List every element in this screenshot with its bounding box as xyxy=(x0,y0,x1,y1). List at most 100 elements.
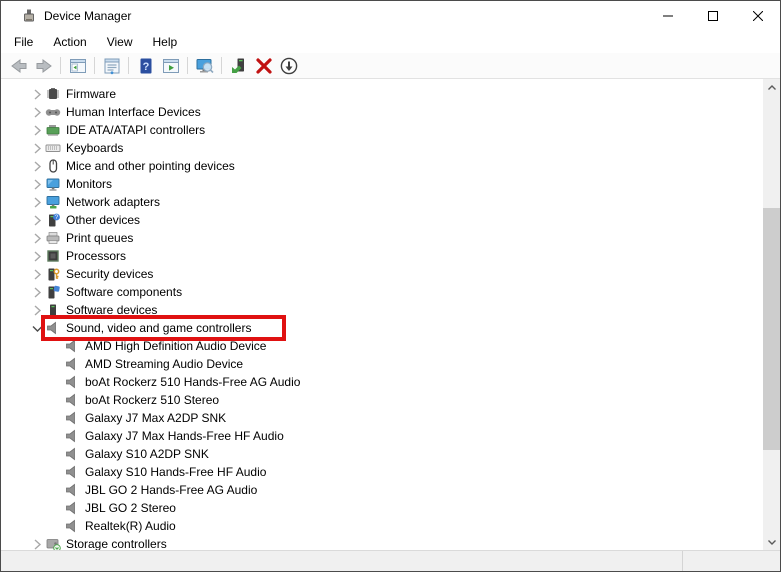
chevron-right-icon[interactable] xyxy=(28,212,45,228)
tree-item-storage-controllers[interactable]: Storage controllers xyxy=(1,535,780,550)
chevron-right-icon[interactable] xyxy=(28,140,45,156)
software-component-icon xyxy=(45,284,61,300)
forward-button[interactable] xyxy=(31,54,56,77)
show-action-pane-button[interactable] xyxy=(158,54,183,77)
tree-item-ide-controllers[interactable]: IDE ATA/ATAPI controllers xyxy=(1,121,780,139)
chevron-right-icon[interactable] xyxy=(28,176,45,192)
scrollbar-down-button[interactable] xyxy=(763,533,780,550)
status-pane-right xyxy=(683,551,780,571)
tree-item-software-components[interactable]: Software components xyxy=(1,283,780,301)
speaker-icon xyxy=(64,482,80,498)
tree-item-human-interface-devices[interactable]: Human Interface Devices xyxy=(1,103,780,121)
scrollbar-thumb[interactable] xyxy=(763,208,780,450)
chevron-right-icon[interactable] xyxy=(28,230,45,246)
close-icon xyxy=(753,11,763,21)
update-driver-button[interactable] xyxy=(226,54,251,77)
minimize-icon xyxy=(663,11,673,21)
speaker-icon xyxy=(64,446,80,462)
show-console-tree-button[interactable] xyxy=(65,54,90,77)
tree-item-label: Sound, video and game controllers xyxy=(65,320,254,336)
tree-item-amd-hd-audio[interactable]: AMD High Definition Audio Device xyxy=(1,337,780,355)
toolbar xyxy=(1,53,780,79)
close-button[interactable] xyxy=(735,1,780,31)
tree-item-security-devices[interactable]: Security devices xyxy=(1,265,780,283)
minimize-button[interactable] xyxy=(645,1,690,31)
tree-item-galaxy-s10-handsfree[interactable]: Galaxy S10 Hands-Free HF Audio xyxy=(1,463,780,481)
tree-item-print-queues[interactable]: Print queues xyxy=(1,229,780,247)
tree-item-amd-streaming-audio[interactable]: AMD Streaming Audio Device xyxy=(1,355,780,373)
speaker-icon xyxy=(64,356,80,372)
chevron-right-icon[interactable] xyxy=(28,158,45,174)
chevron-right-icon[interactable] xyxy=(28,266,45,282)
menu-help[interactable]: Help xyxy=(143,32,188,52)
uninstall-device-button[interactable] xyxy=(251,54,276,77)
tree-item-network-adapters[interactable]: Network adapters xyxy=(1,193,780,211)
tree-item-keyboards[interactable]: Keyboards xyxy=(1,139,780,157)
maximize-icon xyxy=(708,11,718,21)
tree-item-galaxy-j7-handsfree[interactable]: Galaxy J7 Max Hands-Free HF Audio xyxy=(1,427,780,445)
update-driver-icon xyxy=(229,56,249,76)
chevron-down-icon[interactable] xyxy=(28,320,45,336)
chevron-right-icon[interactable] xyxy=(28,536,45,550)
tree-item-jbl-go2-stereo[interactable]: JBL GO 2 Stereo xyxy=(1,499,780,517)
tree-item-label: Galaxy S10 A2DP SNK xyxy=(84,446,212,462)
tree-item-label: boAt Rockerz 510 Stereo xyxy=(84,392,222,408)
tree-item-mice[interactable]: Mice and other pointing devices xyxy=(1,157,780,175)
chevron-down-icon xyxy=(767,537,777,547)
chevron-right-icon[interactable] xyxy=(28,284,45,300)
tree-item-boat-rockerz-handsfree[interactable]: boAt Rockerz 510 Hands-Free AG Audio xyxy=(1,373,780,391)
menu-view[interactable]: View xyxy=(97,32,143,52)
tree-item-monitors[interactable]: Monitors xyxy=(1,175,780,193)
device-manager-window: Device Manager File Action View Help xyxy=(0,0,781,572)
properties-button[interactable] xyxy=(99,54,124,77)
maximize-button[interactable] xyxy=(690,1,735,31)
chevron-right-icon[interactable] xyxy=(28,302,45,318)
chevron-right-icon[interactable] xyxy=(28,248,45,264)
chevron-right-icon[interactable] xyxy=(28,86,45,102)
tree-item-label: boAt Rockerz 510 Hands-Free AG Audio xyxy=(84,374,303,390)
tree-item-realtek-audio[interactable]: Realtek(R) Audio xyxy=(1,517,780,535)
tree-item-label: Network adapters xyxy=(65,194,163,210)
tree-item-label: Mice and other pointing devices xyxy=(65,158,238,174)
scrollbar-up-button[interactable] xyxy=(763,79,780,96)
help-icon xyxy=(136,56,156,76)
chevron-right-icon[interactable] xyxy=(28,122,45,138)
action-pane-icon xyxy=(161,56,181,76)
tree-item-label: Galaxy J7 Max Hands-Free HF Audio xyxy=(84,428,287,444)
chevron-right-icon[interactable] xyxy=(28,194,45,210)
tree-item-firmware[interactable]: Firmware xyxy=(1,85,780,103)
menu-bar: File Action View Help xyxy=(1,31,780,53)
scan-hardware-icon xyxy=(195,56,215,76)
speaker-icon xyxy=(64,518,80,534)
disable-device-button[interactable] xyxy=(276,54,301,77)
mouse-icon xyxy=(45,158,61,174)
help-button[interactable] xyxy=(133,54,158,77)
tree-item-label: JBL GO 2 Stereo xyxy=(84,500,179,516)
tree-item-label: AMD Streaming Audio Device xyxy=(84,356,246,372)
back-button[interactable] xyxy=(6,54,31,77)
menu-action[interactable]: Action xyxy=(43,32,96,52)
vertical-scrollbar[interactable] xyxy=(763,79,780,550)
tree-item-processors[interactable]: Processors xyxy=(1,247,780,265)
speaker-icon xyxy=(64,500,80,516)
tree-item-label: Human Interface Devices xyxy=(65,104,204,120)
tree-item-label: Other devices xyxy=(65,212,143,228)
security-device-icon xyxy=(45,266,61,282)
back-icon xyxy=(9,56,29,76)
tree-item-jbl-go2-handsfree[interactable]: JBL GO 2 Hands-Free AG Audio xyxy=(1,481,780,499)
tree-item-sound-video-game-controllers[interactable]: Sound, video and game controllers xyxy=(1,319,780,337)
chevron-right-icon[interactable] xyxy=(28,104,45,120)
menu-file[interactable]: File xyxy=(4,32,43,52)
tree-item-boat-rockerz-stereo[interactable]: boAt Rockerz 510 Stereo xyxy=(1,391,780,409)
gamepad-icon xyxy=(45,104,61,120)
disable-icon xyxy=(279,56,299,76)
tree-item-galaxy-s10-a2dp[interactable]: Galaxy S10 A2DP SNK xyxy=(1,445,780,463)
tree-item-label: Monitors xyxy=(65,176,115,192)
scan-hardware-changes-button[interactable] xyxy=(192,54,217,77)
ide-controller-icon xyxy=(45,122,61,138)
tree-item-software-devices[interactable]: Software devices xyxy=(1,301,780,319)
tree-item-galaxy-j7-a2dp[interactable]: Galaxy J7 Max A2DP SNK xyxy=(1,409,780,427)
monitor-icon xyxy=(45,176,61,192)
tree-item-other-devices[interactable]: Other devices xyxy=(1,211,780,229)
toolbar-separator xyxy=(94,57,95,74)
